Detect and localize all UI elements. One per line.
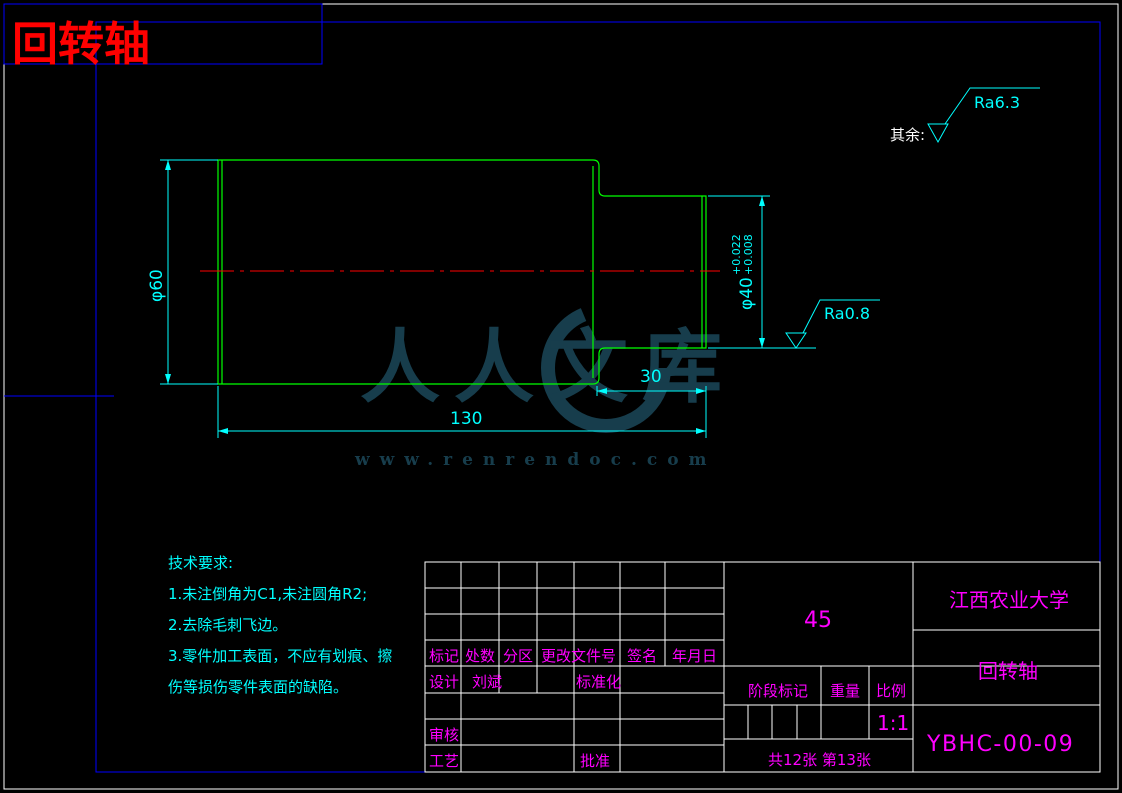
tb-scale-label: 比例 <box>876 682 906 700</box>
dim-tol-lower: +0.008 <box>742 234 755 275</box>
dim-small-diameter: φ40 <box>737 277 757 310</box>
tb-school: 江西农业大学 <box>949 588 1069 612</box>
tb-standardize-label: 标准化 <box>576 673 621 691</box>
watermark-url: www.renrendoc.com <box>354 450 717 470</box>
tb-header-zone: 分区 <box>503 647 533 665</box>
tech-req-item-3: 3.零件加工表面，不应有划痕、擦 <box>168 647 392 665</box>
tech-requirements: 技术要求: 1.未注倒角为C1,未注圆角R2; 2.去除毛刺飞边。 3.零件加工… <box>168 554 392 696</box>
tb-part-name: 回转轴 <box>978 659 1038 683</box>
watermark: 人人文库 www.renrendoc.com <box>354 303 736 470</box>
tb-process-label: 工艺 <box>429 752 459 770</box>
tb-approve-label: 批准 <box>580 752 610 770</box>
roughness-prefix: 其余: <box>890 126 925 144</box>
engineering-drawing: 回转轴 人人文库 www.renrendoc.com φ60 φ40 +0.02… <box>3 3 1119 790</box>
dim-step-length: 30 <box>640 367 662 387</box>
tb-header-change-doc: 更改文件号 <box>541 647 616 665</box>
roughness-general: 其余: Ra6.3 <box>890 87 1040 144</box>
tb-weight-label: 重量 <box>830 682 860 700</box>
dim-total-length: 130 <box>450 409 482 429</box>
tb-header-date: 年月日 <box>672 647 717 665</box>
tech-req-item-2: 2.去除毛刺飞边。 <box>168 616 287 634</box>
drawing-title: 回转轴 <box>12 17 150 71</box>
tb-review-label: 审核 <box>429 726 459 744</box>
tb-header-count: 处数 <box>465 647 495 665</box>
tb-drawing-no: YBHC-00-09 <box>926 732 1074 757</box>
watermark-text: 人人文库 <box>360 321 736 414</box>
roughness-shoulder: Ra0.8 <box>785 299 880 349</box>
tb-scale: 1:1 <box>877 711 909 735</box>
tech-req-item-4: 伤等损伤零件表面的缺陷。 <box>168 678 348 696</box>
roughness-shoulder-value: Ra0.8 <box>824 304 870 323</box>
tb-header-mark: 标记 <box>429 647 459 665</box>
roughness-general-value: Ra6.3 <box>974 93 1020 112</box>
tech-req-heading: 技术要求: <box>168 554 233 572</box>
tb-design-label: 设计 <box>429 673 459 691</box>
tb-header-signature: 签名 <box>627 647 657 665</box>
tech-req-item-1: 1.未注倒角为C1,未注圆角R2; <box>168 585 367 603</box>
dim-large-diameter: φ60 <box>147 269 167 302</box>
tb-designer: 刘斌 <box>472 673 502 691</box>
tb-stage-label: 阶段标记 <box>748 682 808 700</box>
tb-sheets: 共12张 第13张 <box>768 751 871 769</box>
title-block-text: 标记 处数 分区 更改文件号 签名 年月日 设计 刘斌 标准化 审核 工艺 批准… <box>429 588 1074 770</box>
tb-material: 45 <box>804 608 832 633</box>
